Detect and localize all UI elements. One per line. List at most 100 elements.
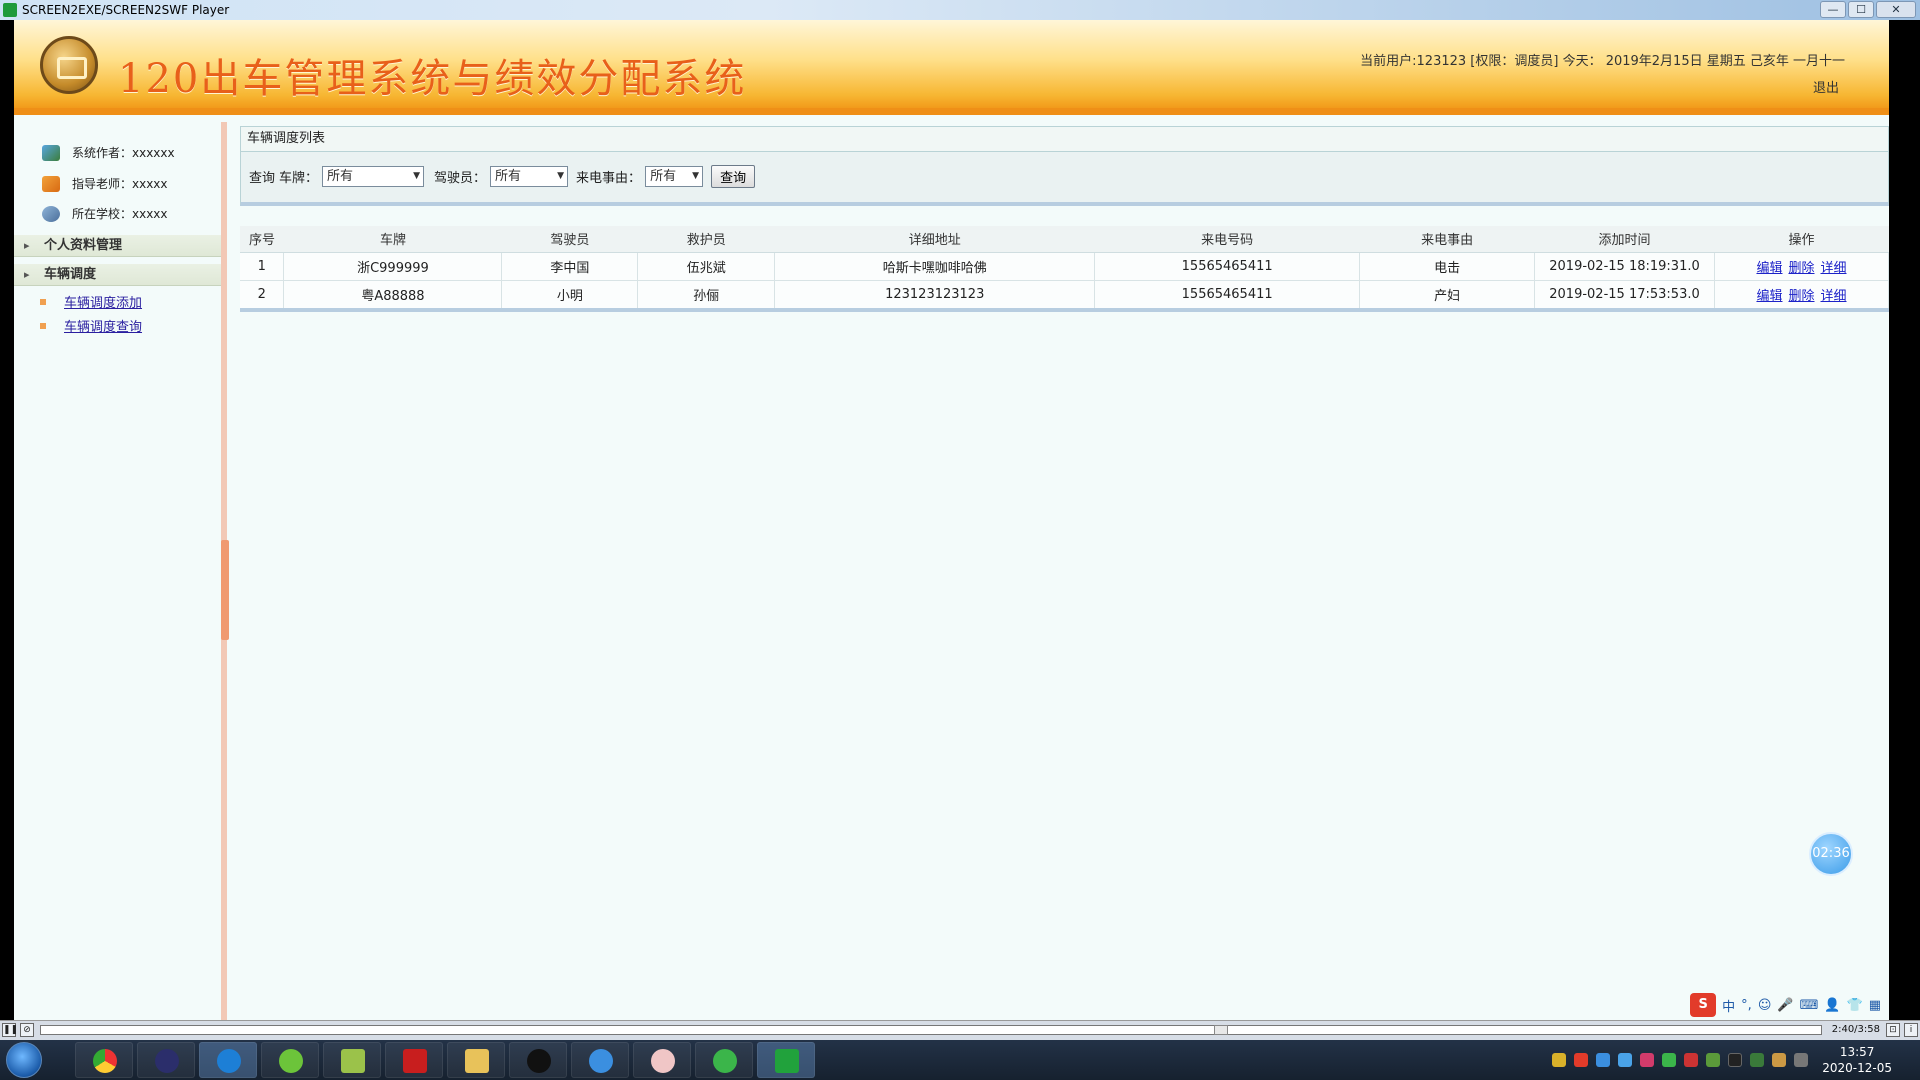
cell-reason: 电击	[1359, 252, 1536, 281]
user-icon[interactable]: 👤	[1824, 998, 1840, 1013]
recording-timer[interactable]: 02:36	[1809, 832, 1853, 876]
keyboard-icon[interactable]: ⌨	[1800, 998, 1819, 1013]
tray-display-icon[interactable]	[1794, 1053, 1809, 1067]
maximize-button[interactable]: ☐	[1848, 1, 1874, 18]
query-bar: 查询 车牌： 所有 驾驶员： 所有 来电事由： 所有 查询	[240, 152, 1889, 206]
menu-vehicle-dispatch[interactable]: 车辆调度	[14, 264, 221, 286]
cell-no: 1	[240, 252, 285, 281]
green-app-icon[interactable]	[261, 1042, 319, 1078]
wechat-icon[interactable]	[695, 1042, 753, 1078]
progress-track[interactable]	[40, 1025, 1822, 1035]
tray-battery-icon[interactable]	[1706, 1053, 1721, 1067]
col-driver: 驾驶员	[501, 226, 638, 253]
avatar-app-icon[interactable]	[633, 1042, 691, 1078]
cell-ops: 编辑 删除 详细	[1714, 252, 1889, 281]
tray-flag-icon[interactable]	[1684, 1053, 1699, 1067]
tray-shield-icon[interactable]	[1618, 1053, 1633, 1067]
col-no: 序号	[240, 226, 284, 253]
author-label: 系统作者：xxxxxx	[72, 146, 175, 160]
start-button-icon[interactable]	[6, 1042, 42, 1078]
edit-link[interactable]: 编辑	[1756, 289, 1782, 304]
delete-link[interactable]: 删除	[1788, 289, 1814, 304]
menu-personal-profile[interactable]: 个人资料管理	[14, 235, 221, 257]
minimize-button[interactable]: —	[1820, 1, 1846, 18]
taskbar-clock[interactable]: 13:57 2020-12-05	[1822, 1044, 1892, 1076]
close-button[interactable]: ✕	[1876, 1, 1916, 18]
delete-link[interactable]: 删除	[1788, 261, 1814, 276]
tray-wifi-icon[interactable]	[1750, 1053, 1765, 1067]
cell-phone: 15565465411	[1094, 280, 1361, 308]
teacher-label: 指导老师：xxxxx	[72, 177, 168, 191]
tray-qq-icon[interactable]	[1728, 1053, 1743, 1067]
pause-icon[interactable]: ❚❚	[2, 1023, 18, 1037]
author-icon	[42, 144, 60, 161]
baidu-cloud-icon[interactable]	[571, 1042, 629, 1078]
info-icon[interactable]: i	[1904, 1023, 1918, 1037]
query-button[interactable]: 查询	[711, 165, 756, 188]
ime-toolbar: S 中 °, ☺ 🎤 ⌨ 👤 👕 ▦	[1690, 992, 1889, 1018]
teacher-icon	[42, 175, 60, 192]
sidebar: 系统作者：xxxxxx 指导老师：xxxxx 所在学校：xxxxx 个人资料管理…	[14, 122, 229, 1020]
tray-volume-icon[interactable]	[1772, 1053, 1787, 1067]
folder-icon[interactable]	[447, 1042, 505, 1078]
tray-ime-icon[interactable]	[1574, 1053, 1589, 1067]
emoji-icon[interactable]: ☺	[1758, 998, 1772, 1013]
system-tray: 13:57 2020-12-05	[1552, 1040, 1912, 1080]
punctuation-icon[interactable]: °,	[1741, 998, 1752, 1013]
browser-icon[interactable]	[199, 1042, 257, 1078]
bullet-icon	[40, 298, 46, 305]
detail-link[interactable]: 详细	[1821, 289, 1847, 304]
chrome-icon[interactable]	[75, 1042, 133, 1078]
sidebar-item-dispatch-query[interactable]: 车辆调度查询	[40, 316, 142, 335]
playback-time: 2:40/3:58	[1831, 1024, 1880, 1035]
fullscreen-icon[interactable]: ⊡	[1886, 1023, 1900, 1037]
player-controlbar: ❚❚ ⊘ 2:40/3:58 ⊡ i	[0, 1020, 1920, 1040]
screen-player-icon[interactable]	[757, 1042, 815, 1078]
sogou-ime-icon[interactable]: S	[1690, 993, 1717, 1017]
grid-menu-icon[interactable]: ▦	[1869, 998, 1881, 1013]
bullet-icon	[40, 322, 46, 329]
skin-icon[interactable]: 👕	[1847, 998, 1863, 1013]
eclipse-icon[interactable]	[137, 1042, 195, 1078]
tray-wechat-icon[interactable]	[1662, 1053, 1677, 1067]
sidebar-school: 所在学校：xxxxx	[42, 205, 168, 222]
qq-icon[interactable]	[509, 1042, 567, 1078]
tray-security-icon[interactable]	[1640, 1053, 1655, 1067]
sidebar-item-dispatch-add[interactable]: 车辆调度添加	[40, 292, 142, 311]
cell-phone: 15565465411	[1094, 252, 1361, 281]
notepad-icon[interactable]	[323, 1042, 381, 1078]
microphone-icon[interactable]: 🎤	[1777, 998, 1793, 1013]
clock-date: 2020-12-05	[1822, 1061, 1892, 1075]
edit-link[interactable]: 编辑	[1756, 261, 1782, 276]
cell-time: 2019-02-15 17:53:53.0	[1534, 280, 1715, 308]
ime-language[interactable]: 中	[1722, 996, 1735, 1015]
cell-no: 2	[240, 280, 285, 308]
player-app-icon	[3, 3, 17, 17]
flash-icon[interactable]	[385, 1042, 443, 1078]
window-controls: — ☐ ✕	[1820, 1, 1916, 18]
reason-label: 来电事由：	[576, 171, 642, 186]
driver-select[interactable]: 所有	[490, 166, 569, 187]
detail-link[interactable]: 详细	[1821, 261, 1847, 276]
tray-network-icon[interactable]	[1596, 1053, 1611, 1067]
logout-link[interactable]: 退出	[1813, 77, 1839, 96]
cell-medic: 孙俪	[637, 280, 776, 308]
cell-plate: 粤A88888	[283, 280, 503, 308]
sidebar-splitter[interactable]	[221, 540, 229, 640]
reason-select[interactable]: 所有	[645, 166, 704, 187]
cell-address: 123123123123	[774, 280, 1096, 308]
col-address: 详细地址	[774, 226, 1095, 253]
sidebar-teacher: 指导老师：xxxxx	[42, 175, 168, 192]
col-ops: 操作	[1714, 226, 1889, 253]
stop-icon[interactable]: ⊘	[20, 1023, 34, 1037]
plate-select[interactable]: 所有	[322, 166, 425, 187]
header-banner: 120出车管理系统与绩效分配系统 当前用户:123123 [权限：调度员] 今天…	[14, 20, 1889, 115]
tray-app-icon[interactable]	[1552, 1053, 1567, 1067]
web-page: 120出车管理系统与绩效分配系统 当前用户:123123 [权限：调度员] 今天…	[14, 20, 1889, 1020]
table-row: 1 浙C999999 李中国 伍兆斌 哈斯卡嘿咖啡哈佛 15565465411 …	[240, 252, 1889, 281]
dispatch-add-link[interactable]: 车辆调度添加	[64, 292, 142, 311]
user-info: 当前用户:123123 [权限：调度员] 今天： 2019年2月15日 星期五 …	[1360, 54, 1845, 69]
dispatch-query-link[interactable]: 车辆调度查询	[64, 316, 142, 335]
progress-knob[interactable]	[1213, 1025, 1228, 1035]
table-row: 2 粤A88888 小明 孙俪 123123123123 15565465411…	[240, 280, 1889, 308]
